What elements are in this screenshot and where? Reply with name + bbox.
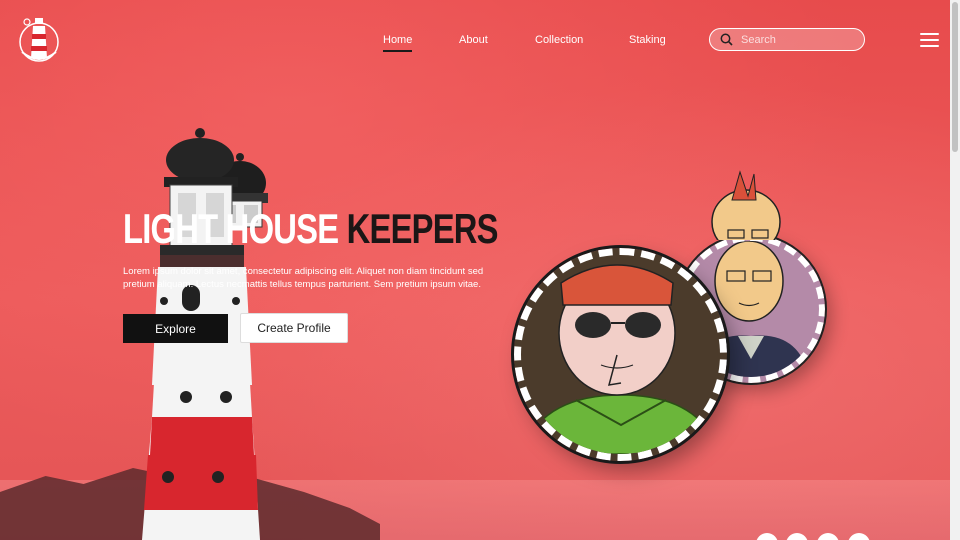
nav-collection[interactable]: Collection [535, 34, 583, 46]
search-icon[interactable] [720, 33, 733, 46]
lighthouse-logo-icon[interactable] [18, 12, 60, 68]
hero-title: LIGHT HOUSE KEEPERS [123, 205, 499, 253]
hero-title-light: LIGHT HOUSE [123, 205, 339, 252]
hamburger-menu-icon[interactable] [920, 33, 939, 47]
nav-about[interactable]: About [459, 34, 488, 46]
fisherman-portrait [521, 264, 720, 454]
search-input[interactable] [741, 33, 851, 46]
avatar-fisherman [511, 245, 730, 464]
scrollbar-thumb[interactable] [952, 2, 958, 152]
page-scrollbar[interactable] [950, 0, 960, 540]
hero-title-dark: KEEPERS [346, 205, 499, 252]
nav-home[interactable]: Home [383, 34, 413, 52]
menu-line [920, 45, 939, 47]
punk-head [711, 170, 781, 240]
create-profile-button[interactable]: Create Profile [240, 313, 348, 343]
menu-line [920, 39, 939, 41]
hero-description: Lorem ipsum dolor sit amet, consectetur … [123, 266, 484, 290]
explore-button[interactable]: Explore [123, 314, 228, 343]
nav-staking[interactable]: Staking [629, 34, 666, 46]
menu-line [920, 33, 939, 35]
search-box [709, 28, 865, 51]
